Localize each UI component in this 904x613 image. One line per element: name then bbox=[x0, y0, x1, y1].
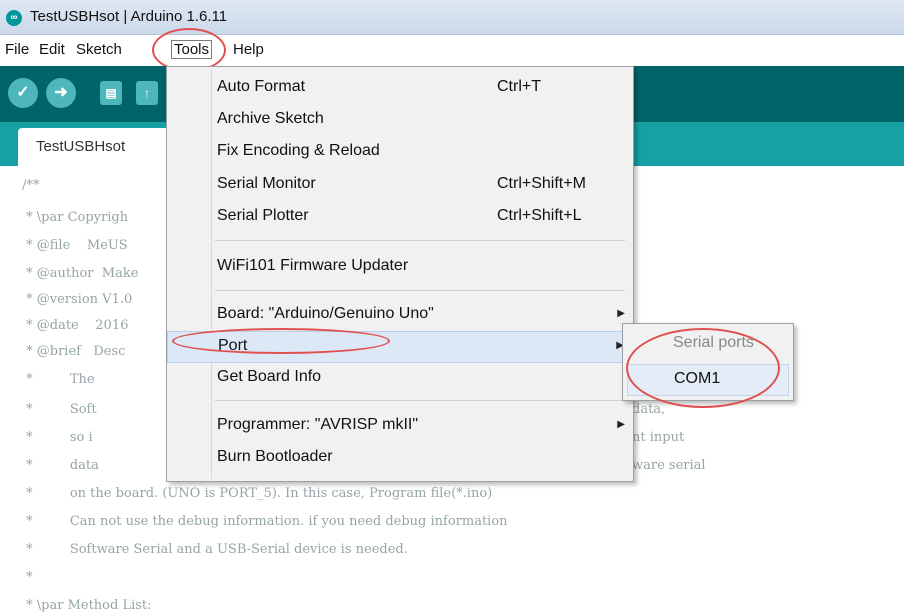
upload-icon[interactable]: ➜ bbox=[46, 78, 76, 108]
tab-testusbhsot[interactable]: TestUSBHsot bbox=[18, 128, 170, 166]
menu-separator bbox=[215, 290, 625, 291]
tab-label: TestUSBHsot bbox=[36, 138, 126, 155]
menu-item-shortcut: Ctrl+Shift+L bbox=[497, 207, 582, 224]
menu-item-label: Fix Encoding & Reload bbox=[217, 142, 380, 159]
menu-item-label: Archive Sketch bbox=[217, 110, 324, 127]
menu-item-serial-monitor[interactable]: Serial Monitor Ctrl+Shift+M bbox=[167, 170, 633, 200]
menu-item-shortcut: Ctrl+Shift+M bbox=[497, 175, 586, 192]
menu-item-shortcut: Ctrl+T bbox=[497, 78, 541, 95]
menu-item-board[interactable]: Board: "Arduino/Genuino Uno" ▶ bbox=[167, 300, 633, 330]
menu-help[interactable]: Help bbox=[233, 41, 264, 58]
menu-item-archive-sketch[interactable]: Archive Sketch bbox=[167, 105, 633, 135]
title-bar: ∞ TestUSBHsot | Arduino 1.6.11 bbox=[0, 0, 904, 35]
code-line: * @file MeUS bbox=[22, 238, 128, 253]
code-fragment: data, bbox=[632, 402, 666, 417]
menu-item-label: Auto Format bbox=[217, 78, 306, 95]
code-line: * @version V1.0 bbox=[22, 292, 133, 307]
code-line: /** bbox=[22, 178, 40, 193]
menu-bar: File Edit Sketch Tools Help bbox=[0, 35, 904, 65]
code-line: * so i bbox=[22, 430, 93, 445]
menu-item-label: WiFi101 Firmware Updater bbox=[217, 257, 409, 274]
menu-item-label: Board: "Arduino/Genuino Uno" bbox=[217, 305, 434, 322]
menu-item-label: Serial Monitor bbox=[217, 175, 316, 192]
code-line: * on the board. (UNO is PORT_5). In this… bbox=[22, 486, 493, 501]
submenu-arrow-icon: ▶ bbox=[617, 308, 625, 319]
code-line: * bbox=[22, 570, 33, 585]
menu-item-label: Programmer: "AVRISP mkII" bbox=[217, 416, 419, 433]
menu-item-port[interactable]: Port ▶ bbox=[167, 331, 633, 363]
code-line: * Soft bbox=[22, 402, 97, 417]
code-fragment: nt input bbox=[632, 430, 685, 445]
port-option-label: COM1 bbox=[674, 370, 721, 387]
arduino-logo-icon: ∞ bbox=[6, 10, 22, 26]
code-line: * The bbox=[22, 372, 99, 387]
code-line: * data bbox=[22, 458, 99, 473]
menu-item-auto-format[interactable]: Auto Format Ctrl+T bbox=[167, 73, 633, 103]
menu-sketch[interactable]: Sketch bbox=[76, 41, 122, 58]
verify-icon[interactable]: ✓ bbox=[8, 78, 38, 108]
submenu-header: Serial ports bbox=[673, 334, 754, 351]
code-line: * @date 2016 bbox=[22, 318, 129, 333]
menu-item-programmer[interactable]: Programmer: "AVRISP mkII" ▶ bbox=[167, 411, 633, 441]
menu-item-label: Serial Plotter bbox=[217, 207, 309, 224]
code-fragment: ware serial bbox=[632, 458, 706, 473]
menu-item-label: Get Board Info bbox=[217, 368, 322, 385]
new-icon[interactable]: ▤ bbox=[100, 81, 122, 105]
code-line: * Software Serial and a USB-Serial devic… bbox=[22, 542, 408, 557]
menu-item-wifi101-updater[interactable]: WiFi101 Firmware Updater bbox=[167, 252, 633, 282]
port-submenu: Serial ports COM1 bbox=[622, 323, 794, 401]
code-line: * \par Copyrigh bbox=[22, 210, 129, 225]
menu-item-label: Burn Bootloader bbox=[217, 448, 333, 465]
code-line: * @author Make bbox=[22, 266, 139, 281]
menu-item-label: Port bbox=[218, 337, 248, 354]
window-title: TestUSBHsot | Arduino 1.6.11 bbox=[30, 8, 228, 25]
port-option-com1[interactable]: COM1 bbox=[627, 364, 789, 396]
tools-menu: Auto Format Ctrl+T Archive Sketch Fix En… bbox=[166, 66, 634, 482]
code-line: * @brief Desc bbox=[22, 344, 126, 359]
menu-item-burn-bootloader[interactable]: Burn Bootloader bbox=[167, 443, 633, 473]
menu-edit[interactable]: Edit bbox=[39, 41, 65, 58]
menu-separator bbox=[215, 240, 625, 241]
submenu-arrow-icon: ▶ bbox=[617, 419, 625, 430]
menu-item-serial-plotter[interactable]: Serial Plotter Ctrl+Shift+L bbox=[167, 202, 633, 232]
open-icon[interactable]: ↑ bbox=[136, 81, 158, 105]
menu-item-fix-encoding[interactable]: Fix Encoding & Reload bbox=[167, 137, 633, 167]
menu-tools[interactable]: Tools bbox=[171, 40, 213, 59]
menu-file[interactable]: File bbox=[5, 41, 29, 58]
menu-separator bbox=[215, 400, 625, 401]
menu-item-get-board-info[interactable]: Get Board Info bbox=[167, 363, 633, 393]
code-line: * Can not use the debug information. if … bbox=[22, 514, 508, 529]
